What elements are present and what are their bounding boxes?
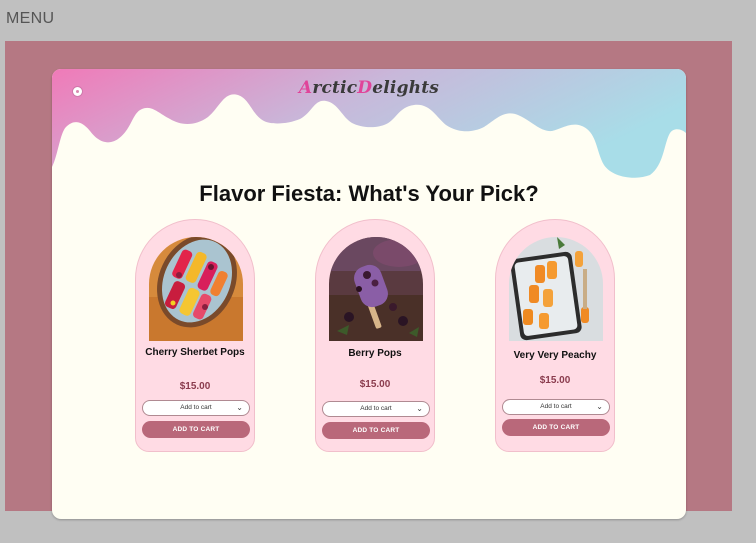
select-value: Add to cart bbox=[180, 404, 212, 411]
page-title: Flavor Fiesta: What's Your Pick? bbox=[199, 181, 539, 206]
peach-popsicles-image bbox=[509, 237, 603, 341]
product-card: Cherry Sherbet Pops $15.00 Add to cart ⌄… bbox=[135, 219, 255, 452]
add-to-cart-select[interactable]: Add to cart ⌄ bbox=[322, 401, 430, 417]
add-to-cart-button[interactable]: ADD TO CART bbox=[322, 422, 430, 439]
product-card: Very Very Peachy $15.00 Add to cart ⌄ AD… bbox=[495, 219, 615, 452]
product-price: $15.00 bbox=[359, 379, 391, 390]
berry-popsicle-image bbox=[329, 237, 423, 341]
brand-logo[interactable]: ArcticDelights bbox=[52, 78, 686, 98]
product-name[interactable]: Berry Pops bbox=[316, 348, 434, 359]
product-price: $15.00 bbox=[539, 375, 571, 386]
add-to-cart-select[interactable]: Add to cart ⌄ bbox=[502, 399, 610, 415]
menu-label[interactable]: MENU bbox=[6, 10, 54, 28]
select-value: Add to cart bbox=[540, 403, 572, 410]
select-value: Add to cart bbox=[360, 405, 392, 412]
cherry-sherbet-popsicles-image bbox=[149, 237, 243, 341]
product-card: Berry Pops $15.00 Add to cart ⌄ ADD TO C… bbox=[315, 219, 435, 452]
product-price: $15.00 bbox=[179, 381, 211, 392]
add-to-cart-select[interactable]: Add to cart ⌄ bbox=[142, 400, 250, 416]
chevron-down-icon: ⌄ bbox=[236, 403, 243, 412]
chevron-down-icon: ⌄ bbox=[596, 402, 603, 411]
chevron-down-icon: ⌄ bbox=[416, 404, 423, 413]
product-name[interactable]: Very Very Peachy bbox=[496, 350, 614, 361]
product-name[interactable]: Cherry Sherbet Pops bbox=[136, 347, 254, 358]
add-to-cart-button[interactable]: ADD TO CART bbox=[142, 421, 250, 438]
store-window: ArcticDelights Flavor Fiesta: What's You… bbox=[52, 69, 686, 519]
add-to-cart-button[interactable]: ADD TO CART bbox=[502, 419, 610, 436]
